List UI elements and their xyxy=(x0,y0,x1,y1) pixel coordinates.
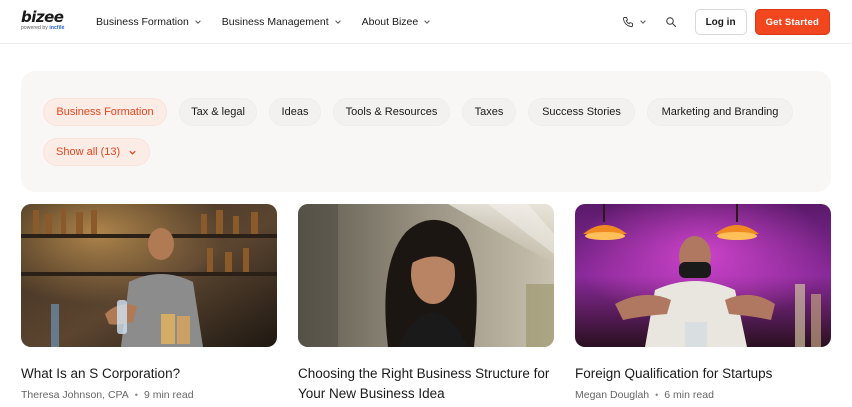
category-filter-panel: Business Formation Tax & legal Ideas Too… xyxy=(21,71,831,192)
article-title[interactable]: What Is an S Corporation? xyxy=(21,364,277,384)
chevron-down-icon xyxy=(424,20,431,24)
filter-taxes[interactable]: Taxes xyxy=(462,98,516,126)
meta-separator: • xyxy=(134,390,138,400)
nav-label: About Bizee xyxy=(361,16,419,28)
phone-menu[interactable] xyxy=(622,16,647,28)
phone-icon xyxy=(622,17,633,27)
article-card[interactable]: Choosing the Right Business Structure fo… xyxy=(298,204,554,404)
filter-tools-resources[interactable]: Tools & Resources xyxy=(333,98,450,126)
filter-marketing-branding[interactable]: Marketing and Branding xyxy=(647,98,793,126)
logo-wordmark: bizee xyxy=(21,8,64,26)
article-author: Theresa Johnson, CPA xyxy=(21,389,129,401)
filter-tax-legal[interactable]: Tax & legal xyxy=(179,98,257,126)
search-icon xyxy=(665,17,676,27)
article-title[interactable]: Foreign Qualification for Startups xyxy=(575,364,831,384)
filter-business-formation[interactable]: Business Formation xyxy=(43,98,167,126)
article-image-mixologist xyxy=(575,204,831,347)
article-meta: Theresa Johnson, CPA • 9 min read xyxy=(21,389,277,401)
show-all-label: Show all (13) xyxy=(56,146,121,158)
bizee-logo[interactable]: bizee powered by incfile xyxy=(21,9,71,35)
article-read-time: 9 min read xyxy=(143,389,194,401)
nav-label: Business Management xyxy=(221,16,329,28)
chevron-down-icon xyxy=(195,20,201,24)
chevron-down-icon xyxy=(334,20,341,24)
chevron-down-icon xyxy=(639,20,646,24)
nav-business-management[interactable]: Business Management xyxy=(222,16,342,28)
logo-tagline: powered by incfile xyxy=(21,25,65,31)
article-image-bartender xyxy=(21,204,277,347)
header-actions: Log in Get Started xyxy=(622,0,830,44)
nav-about-bizee[interactable]: About Bizee xyxy=(362,16,432,28)
article-author: Megan Douglah xyxy=(575,389,650,401)
login-button[interactable]: Log in xyxy=(694,9,747,35)
main-nav: Business Formation Business Management A… xyxy=(96,0,451,44)
chevron-down-icon xyxy=(129,150,136,155)
filter-ideas[interactable]: Ideas xyxy=(269,98,321,126)
article-image-woman-portrait xyxy=(298,204,554,347)
nav-label: Business Formation xyxy=(96,16,189,28)
article-read-time: 6 min read xyxy=(664,389,714,401)
get-started-button[interactable]: Get Started xyxy=(754,9,830,35)
article-card[interactable]: What Is an S Corporation? Theresa Johnso… xyxy=(21,204,277,401)
site-header: bizee powered by incfile Business Format… xyxy=(0,0,852,44)
article-meta: Megan Douglah • 6 min read xyxy=(575,389,831,401)
nav-business-formation[interactable]: Business Formation xyxy=(96,16,202,28)
meta-separator: • xyxy=(655,390,659,400)
article-title[interactable]: Choosing the Right Business Structure fo… xyxy=(298,364,554,404)
search-button[interactable] xyxy=(665,16,677,28)
article-card[interactable]: Foreign Qualification for Startups Megan… xyxy=(575,204,831,401)
show-all-filters-button[interactable]: Show all (13) xyxy=(43,138,151,166)
filter-success-stories[interactable]: Success Stories xyxy=(528,98,635,126)
